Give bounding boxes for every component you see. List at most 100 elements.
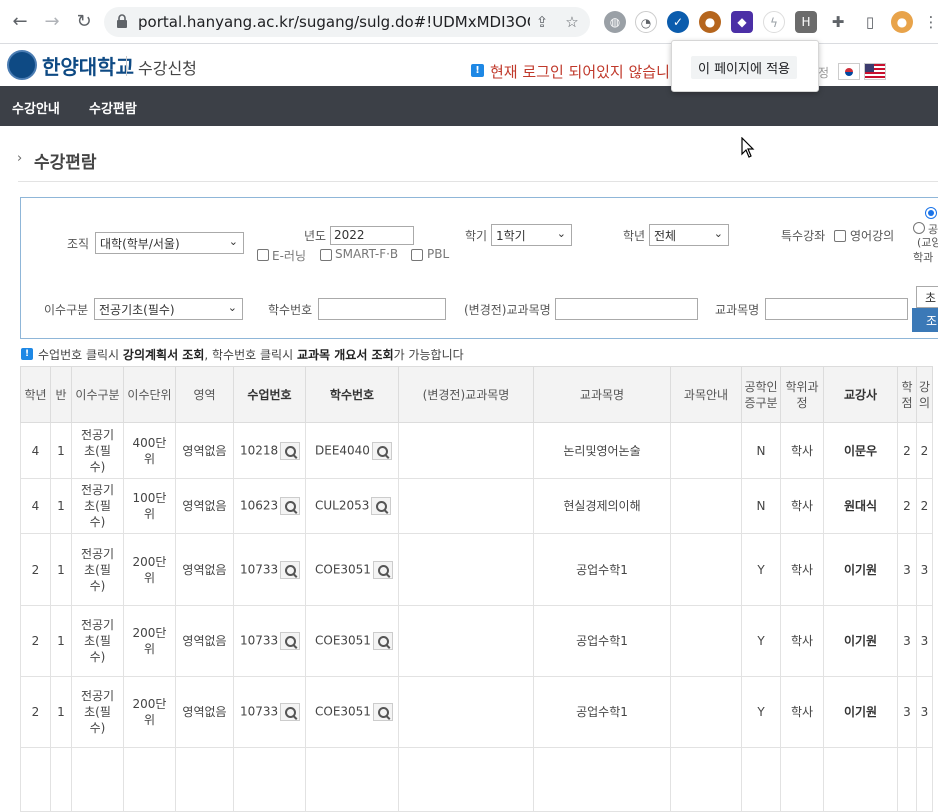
cell-credit: 2 bbox=[897, 422, 917, 479]
cell-text: 3 bbox=[903, 562, 911, 577]
empty-cell bbox=[20, 747, 51, 812]
cell-area: 영역없음 bbox=[175, 605, 234, 677]
table-header-row: 학년 반 이수구분 이수단위 영역 수업번호 학수번호 (변경전)교과목명 교과… bbox=[20, 366, 933, 423]
cell-course-no[interactable]: COE3051 bbox=[305, 676, 399, 748]
cell-text: Y bbox=[757, 634, 765, 648]
nav-item-course-catalog[interactable]: 수강편람 bbox=[89, 98, 137, 117]
table-row: 4 1 전공기초(필수) 100단위 영역없음 10623 CUL2053 현실경제의이해 N 학… bbox=[20, 478, 933, 534]
bookmark-star-icon[interactable]: ☆ bbox=[562, 12, 582, 32]
back-icon[interactable]: ← bbox=[8, 10, 32, 34]
radio-option-2[interactable] bbox=[913, 222, 925, 234]
url-text[interactable]: portal.hanyang.ac.kr/sugang/sulg.do#!UDM… bbox=[138, 13, 530, 31]
cell-text: 학사 bbox=[790, 705, 814, 719]
magnifier-icon[interactable] bbox=[280, 497, 301, 515]
cell-name: 공업수학1 bbox=[533, 676, 671, 748]
cell-grade: 2 bbox=[20, 676, 51, 748]
extension-h-icon[interactable]: H bbox=[795, 11, 817, 33]
cell-text: 3 bbox=[920, 634, 929, 648]
pbl-checkbox[interactable] bbox=[411, 249, 423, 261]
cell-class-no[interactable]: 10733 bbox=[233, 676, 306, 748]
cell-course-no[interactable]: DEE4040 bbox=[305, 422, 399, 479]
cell-text: 공업수학1 bbox=[576, 562, 628, 577]
info-icon: ! bbox=[21, 348, 33, 360]
extensions-puzzle-icon[interactable]: ✚ bbox=[827, 11, 849, 33]
magnifier-icon[interactable] bbox=[372, 560, 393, 579]
cell-text: 학사 bbox=[790, 562, 814, 577]
radio-option-3-label: 학과 bbox=[913, 251, 934, 264]
side-panel-icon[interactable]: ▯ bbox=[859, 11, 881, 33]
extension-timer-icon[interactable]: ◔ bbox=[635, 11, 657, 33]
magnifier-icon[interactable] bbox=[372, 703, 393, 721]
empty-cell bbox=[123, 747, 176, 812]
university-logo[interactable]: 한양대학교 bbox=[42, 51, 134, 80]
korean-flag-icon[interactable] bbox=[838, 63, 860, 80]
cell-old-name bbox=[398, 676, 534, 748]
cell-old-name bbox=[398, 533, 534, 606]
course-no-input[interactable] bbox=[318, 298, 446, 320]
category-select[interactable]: 전공기초(필수) ⌄ bbox=[94, 298, 243, 320]
col-cert: 공학인증구분 bbox=[741, 366, 781, 423]
cell-old-name bbox=[398, 478, 534, 534]
cell-course-no[interactable]: CUL2053 bbox=[305, 478, 399, 534]
cell-text: 3 bbox=[920, 562, 929, 577]
cell-prof: 이기원 bbox=[823, 605, 898, 677]
cell-text: 현실경제의이해 bbox=[563, 499, 641, 513]
profile-avatar[interactable]: ● bbox=[891, 11, 913, 33]
forward-icon[interactable]: → bbox=[40, 10, 64, 34]
extension-bolt-icon[interactable]: ϟ bbox=[763, 11, 785, 33]
cell-text: 학사 bbox=[790, 499, 814, 513]
search-filter-panel: 조직 대학(학부/서울) ⌄ 년도 2022 학기 1학기 ⌄ 학년 전체 ⌄ 특수강… bbox=[20, 197, 938, 339]
cell-text: 1 bbox=[57, 705, 65, 719]
magnifier-icon[interactable] bbox=[371, 441, 392, 460]
cell-class-no[interactable]: 10733 bbox=[233, 605, 306, 677]
cell-cert: N bbox=[741, 478, 781, 534]
extension-check-icon[interactable]: ✓ bbox=[667, 11, 689, 33]
semester-select[interactable]: 1학기 ⌄ bbox=[491, 224, 572, 246]
course-name-input[interactable] bbox=[765, 298, 908, 320]
empty-cell bbox=[398, 747, 534, 812]
nav-item-course-guide[interactable]: 수강안내 bbox=[12, 98, 60, 117]
cell-guide bbox=[670, 676, 742, 748]
english-course-checkbox[interactable] bbox=[834, 230, 846, 242]
magnifier-icon[interactable] bbox=[280, 703, 301, 721]
elearning-checkbox[interactable] bbox=[257, 249, 269, 261]
cell-area: 영역없음 bbox=[175, 478, 234, 534]
cell-class-no[interactable]: 10623 bbox=[233, 478, 306, 534]
cell-class-no[interactable]: 10733 bbox=[233, 533, 306, 606]
reset-button[interactable]: 초 bbox=[916, 286, 938, 308]
cell-course-no[interactable]: COE3051 bbox=[305, 605, 399, 677]
year-input[interactable]: 2022 bbox=[330, 226, 414, 245]
smart-fb-checkbox[interactable] bbox=[320, 249, 332, 261]
cell-text: 400단위 bbox=[132, 435, 167, 466]
magnifier-icon[interactable] bbox=[280, 441, 301, 460]
empty-cell bbox=[50, 747, 72, 812]
extension-globe-icon[interactable]: ◍ bbox=[604, 11, 626, 33]
extension-cookie-icon[interactable]: ● bbox=[699, 11, 721, 33]
magnifier-icon[interactable] bbox=[280, 560, 301, 579]
us-flag-icon[interactable] bbox=[864, 63, 886, 80]
col-unit: 이수단위 bbox=[123, 366, 176, 423]
magnifier-icon[interactable] bbox=[280, 632, 301, 650]
col-degree: 학위과정 bbox=[780, 366, 824, 423]
magnifier-icon[interactable] bbox=[371, 497, 392, 515]
cell-grade: 4 bbox=[20, 422, 51, 479]
semester-label: 학기 bbox=[465, 229, 488, 243]
cell-text: 이기원 bbox=[843, 562, 878, 577]
cell-course-no[interactable]: COE3051 bbox=[305, 533, 399, 606]
radio-option-1[interactable] bbox=[925, 207, 937, 219]
old-course-name-input[interactable] bbox=[555, 298, 698, 320]
magnifier-icon[interactable] bbox=[372, 632, 393, 650]
grade-select[interactable]: 전체 ⌄ bbox=[649, 224, 729, 246]
cell-text: 영역없음 bbox=[182, 705, 227, 719]
menu-kebab-icon[interactable]: ⋮ bbox=[920, 11, 938, 33]
share-icon[interactable]: ⇪ bbox=[532, 12, 552, 32]
address-bar[interactable]: portal.hanyang.ac.kr/sugang/sulg.do#!UDM… bbox=[104, 7, 590, 37]
apply-page-button[interactable]: 이 페이지에 적용 bbox=[691, 56, 797, 79]
cell-text: 100단위 bbox=[132, 491, 167, 521]
extension-layers-icon[interactable]: ◆ bbox=[731, 11, 753, 33]
cell-class-no[interactable]: 10218 bbox=[233, 422, 306, 479]
search-button[interactable]: 조 bbox=[912, 308, 938, 332]
org-select[interactable]: 대학(학부/서울) ⌄ bbox=[95, 232, 244, 254]
cell-text: COE3051 bbox=[315, 704, 371, 719]
reload-icon[interactable]: ↻ bbox=[72, 10, 96, 34]
